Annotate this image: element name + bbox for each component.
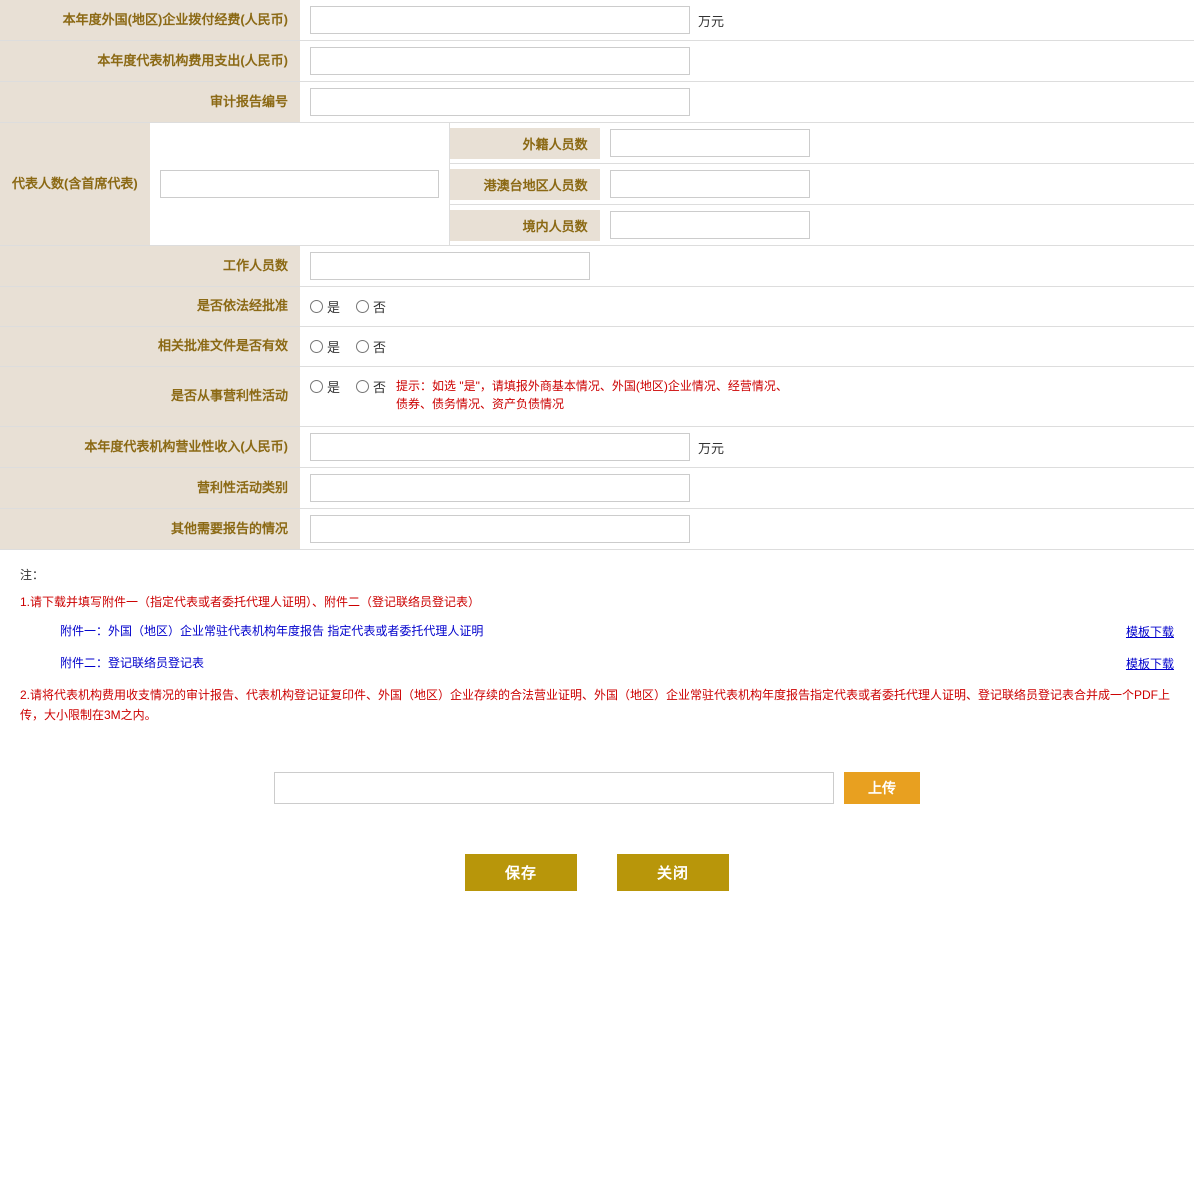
foreign-fund-unit: 万元: [698, 11, 724, 30]
foreign-fund-value: 万元: [300, 0, 1194, 40]
approved-label: 是否依法经批准: [0, 287, 300, 326]
row-doc-valid: 相关批准文件是否有效 是 否: [0, 327, 1194, 367]
business-value: 是 否 提示：如选 "是"，请填报外商基本情况、外国(地区)企业情况、经营情况、…: [300, 367, 1194, 426]
rep-count-value: [150, 123, 450, 245]
attachment1-label: 附件一：外国（地区）企业常驻代表机构年度报告 指定代表或者委托代理人证明: [60, 622, 1106, 641]
biz-type-value: [300, 468, 1194, 508]
rep-count-label: 代表人数(含首席代表): [0, 123, 150, 245]
audit-no-value: [300, 82, 1194, 122]
upload-button[interactable]: 上传: [844, 772, 920, 804]
foreign-staff-input[interactable]: [610, 129, 810, 157]
approved-no-radio[interactable]: [356, 300, 369, 313]
doc-valid-no-radio[interactable]: [356, 340, 369, 353]
row-hmt-staff: 港澳台地区人员数: [450, 164, 1194, 205]
row-other: 其他需要报告的情况: [0, 509, 1194, 550]
attachment1-text: 附件一：外国（地区）企业常驻代表机构年度报告 指定代表或者委托代理人证明: [60, 624, 483, 638]
row-foreign-staff: 外籍人员数: [450, 123, 1194, 164]
other-label: 其他需要报告的情况: [0, 509, 300, 549]
notes-title: 注：: [20, 566, 1174, 585]
business-tip: 提示：如选 "是"，请填报外商基本情况、外国(地区)企业情况、经营情况、债券、债…: [396, 377, 796, 413]
business-label: 是否从事营利性活动: [0, 367, 300, 426]
business-yes-label: 是: [327, 377, 340, 396]
row-biz-type: 营利性活动类别: [0, 468, 1194, 509]
doc-valid-no-option[interactable]: 否: [356, 337, 386, 356]
revenue-input[interactable]: [310, 433, 690, 461]
business-yes-option[interactable]: 是: [310, 377, 340, 396]
audit-no-label: 审计报告编号: [0, 82, 300, 122]
rep-count-input[interactable]: [160, 170, 439, 198]
doc-valid-value: 是 否: [300, 327, 1194, 366]
notes-item1: 1.请下载并填写附件一（指定代表或者委托代理人证明）、附件二（登记联络员登记表）: [20, 593, 1174, 612]
hmt-staff-input[interactable]: [610, 170, 810, 198]
row-rep-expense: 本年度代表机构费用支出(人民币): [0, 41, 1194, 82]
rep-expense-input[interactable]: [310, 47, 690, 75]
row-workers: 工作人员数: [0, 246, 1194, 287]
approved-yes-option[interactable]: 是: [310, 297, 340, 316]
doc-valid-yes-radio[interactable]: [310, 340, 323, 353]
domestic-staff-value: [600, 205, 1194, 245]
foreign-staff-value: [600, 123, 1194, 163]
approved-radio-group: 是 否: [310, 297, 386, 316]
other-value: [300, 509, 1194, 549]
doc-valid-radio-group: 是 否: [310, 337, 386, 356]
save-button[interactable]: 保存: [465, 854, 577, 891]
audit-no-input[interactable]: [310, 88, 690, 116]
business-no-radio[interactable]: [356, 380, 369, 393]
attachment1-row: 附件一：外国（地区）企业常驻代表机构年度报告 指定代表或者委托代理人证明 模板下…: [20, 618, 1174, 645]
doc-valid-yes-option[interactable]: 是: [310, 337, 340, 356]
rep-expense-value: [300, 41, 1194, 81]
rep-expense-label: 本年度代表机构费用支出(人民币): [0, 41, 300, 81]
foreign-staff-label: 外籍人员数: [450, 128, 600, 159]
approved-no-option[interactable]: 否: [356, 297, 386, 316]
business-no-label: 否: [373, 377, 386, 396]
business-no-option[interactable]: 否: [356, 377, 386, 396]
workers-label: 工作人员数: [0, 246, 300, 286]
notes-item2: 2.请将代表机构费用收支情况的审计报告、代表机构登记证复印件、外国（地区）企业存…: [20, 685, 1174, 726]
domestic-staff-input[interactable]: [610, 211, 810, 239]
business-radio-group: 是 否: [310, 377, 386, 396]
row-audit-no: 审计报告编号: [0, 82, 1194, 123]
row-domestic-staff: 境内人员数: [450, 205, 1194, 245]
biz-type-input[interactable]: [310, 474, 690, 502]
form-container: 本年度外国(地区)企业拨付经费(人民币) 万元 本年度代表机构费用支出(人民币)…: [0, 0, 1194, 911]
revenue-label: 本年度代表机构营业性收入(人民币): [0, 427, 300, 467]
doc-valid-no-label: 否: [373, 337, 386, 356]
approved-value: 是 否: [300, 287, 1194, 326]
domestic-staff-label: 境内人员数: [450, 210, 600, 241]
revenue-unit: 万元: [698, 438, 724, 457]
biz-type-label: 营利性活动类别: [0, 468, 300, 508]
bottom-buttons: 保存 关闭: [0, 834, 1194, 911]
close-button[interactable]: 关闭: [617, 854, 729, 891]
approved-yes-radio[interactable]: [310, 300, 323, 313]
notes-section: 注： 1.请下载并填写附件一（指定代表或者委托代理人证明）、附件二（登记联络员登…: [0, 550, 1194, 742]
row-rep-count: 代表人数(含首席代表) 外籍人员数 港澳台地区人员数 境内人员数: [0, 123, 1194, 246]
row-revenue: 本年度代表机构营业性收入(人民币) 万元: [0, 427, 1194, 468]
rep-right-section: 外籍人员数 港澳台地区人员数 境内人员数: [450, 123, 1194, 245]
approved-yes-label: 是: [327, 297, 340, 316]
hmt-staff-label: 港澳台地区人员数: [450, 169, 600, 200]
upload-file-input[interactable]: [274, 772, 834, 804]
foreign-fund-label: 本年度外国(地区)企业拨付经费(人民币): [0, 0, 300, 40]
approved-no-label: 否: [373, 297, 386, 316]
doc-valid-label: 相关批准文件是否有效: [0, 327, 300, 366]
workers-input[interactable]: [310, 252, 590, 280]
attachment2-label: 附件二：登记联络员登记表: [60, 654, 1106, 673]
attachment2-row: 附件二：登记联络员登记表 模板下载: [20, 650, 1174, 677]
attachment2-text: 附件二：登记联络员登记表: [60, 656, 204, 670]
row-approved: 是否依法经批准 是 否: [0, 287, 1194, 327]
attachment1-download-link[interactable]: 模板下载: [1126, 623, 1174, 640]
attachment2-download-link[interactable]: 模板下载: [1126, 655, 1174, 672]
hmt-staff-value: [600, 164, 1194, 204]
upload-section: 上传: [0, 752, 1194, 824]
foreign-fund-input[interactable]: [310, 6, 690, 34]
row-foreign-fund: 本年度外国(地区)企业拨付经费(人民币) 万元: [0, 0, 1194, 41]
workers-value: [300, 246, 1194, 286]
row-business: 是否从事营利性活动 是 否 提示：如选 "是"，请填报外商基本情况、外国(地区)…: [0, 367, 1194, 427]
doc-valid-yes-label: 是: [327, 337, 340, 356]
other-input[interactable]: [310, 515, 690, 543]
revenue-value: 万元: [300, 427, 1194, 467]
business-yes-radio[interactable]: [310, 380, 323, 393]
